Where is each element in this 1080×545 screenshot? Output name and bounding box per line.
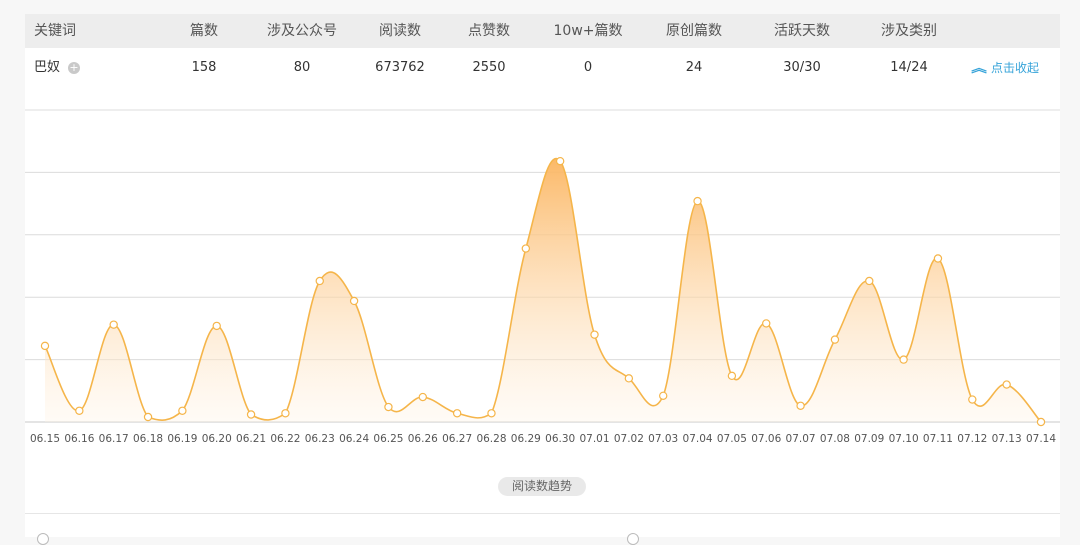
x-tick-label: 06.25	[373, 433, 403, 445]
data-point[interactable]	[1036, 417, 1046, 427]
x-tick-label: 07.10	[889, 433, 919, 445]
x-tick-label: 07.02	[614, 433, 644, 445]
x-tick-label: 07.14	[1026, 433, 1056, 445]
data-point[interactable]	[143, 412, 153, 422]
x-tick-label: 06.27	[442, 433, 472, 445]
x-tick-label: 06.20	[202, 433, 232, 445]
x-tick-label: 06.16	[64, 433, 94, 445]
data-point[interactable]	[452, 409, 462, 418]
x-tick-label: 06.26	[408, 433, 438, 445]
x-tick-label: 07.13	[992, 433, 1022, 445]
x-tick-label: 07.05	[717, 433, 747, 445]
data-point[interactable]	[384, 402, 393, 412]
x-tick-label: 06.30	[545, 433, 575, 445]
data-point[interactable]	[487, 409, 496, 418]
x-tick-label: 07.06	[751, 433, 781, 445]
x-axis-ticks: 06.15 06.16 06.17 06.18 06.19 06.20 06.21 06.22…	[30, 433, 1056, 445]
x-tick-label: 06.29	[511, 433, 541, 445]
data-point[interactable]	[830, 335, 840, 344]
data-point[interactable]	[418, 392, 427, 402]
data-point[interactable]	[933, 254, 943, 263]
data-point[interactable]	[1002, 380, 1011, 389]
data-point[interactable]	[796, 401, 805, 410]
x-tick-label: 07.07	[786, 433, 816, 445]
data-point[interactable]	[899, 355, 908, 364]
data-point[interactable]	[212, 321, 221, 331]
x-tick-label: 06.28	[476, 433, 506, 445]
data-point[interactable]	[659, 391, 668, 400]
x-tick-label: 07.04	[683, 433, 713, 445]
data-point[interactable]	[349, 296, 359, 306]
data-point[interactable]	[109, 320, 118, 329]
radio-option-right[interactable]	[627, 533, 639, 545]
data-point[interactable]	[762, 319, 771, 328]
x-tick-label: 07.03	[648, 433, 678, 445]
data-point[interactable]	[590, 330, 599, 339]
data-point[interactable]	[521, 244, 531, 253]
data-point[interactable]	[281, 409, 290, 418]
data-point[interactable]	[693, 196, 702, 206]
data-point[interactable]	[178, 406, 187, 415]
data-point[interactable]	[865, 276, 874, 286]
x-tick-label: 07.08	[820, 433, 850, 445]
x-tick-label: 06.15	[30, 433, 60, 445]
radio-option-left[interactable]	[37, 533, 49, 545]
data-point[interactable]	[727, 371, 737, 381]
x-tick-label: 07.12	[957, 433, 987, 445]
x-tick-label: 06.21	[236, 433, 266, 445]
x-tick-label: 07.09	[854, 433, 884, 445]
x-tick-label: 06.23	[305, 433, 335, 445]
bottom-divider	[25, 513, 1060, 514]
data-point[interactable]	[40, 341, 50, 351]
x-tick-label: 06.18	[133, 433, 163, 445]
legend-reads-trend[interactable]: 阅读数趋势	[498, 477, 586, 496]
data-point[interactable]	[315, 276, 324, 286]
reads-trend-chart: 06.15 06.16 06.17 06.18 06.19 06.20 06.21 06.22…	[25, 109, 1060, 445]
x-tick-label: 07.01	[579, 433, 609, 445]
x-tick-label: 06.24	[339, 433, 369, 445]
data-point[interactable]	[555, 156, 565, 166]
x-tick-label: 06.17	[99, 433, 129, 445]
data-point[interactable]	[75, 406, 84, 415]
x-tick-label: 07.11	[923, 433, 953, 445]
data-point[interactable]	[624, 374, 634, 383]
data-point[interactable]	[246, 410, 256, 419]
x-tick-label: 06.22	[270, 433, 300, 445]
x-tick-label: 06.19	[167, 433, 197, 445]
data-point[interactable]	[968, 395, 977, 404]
